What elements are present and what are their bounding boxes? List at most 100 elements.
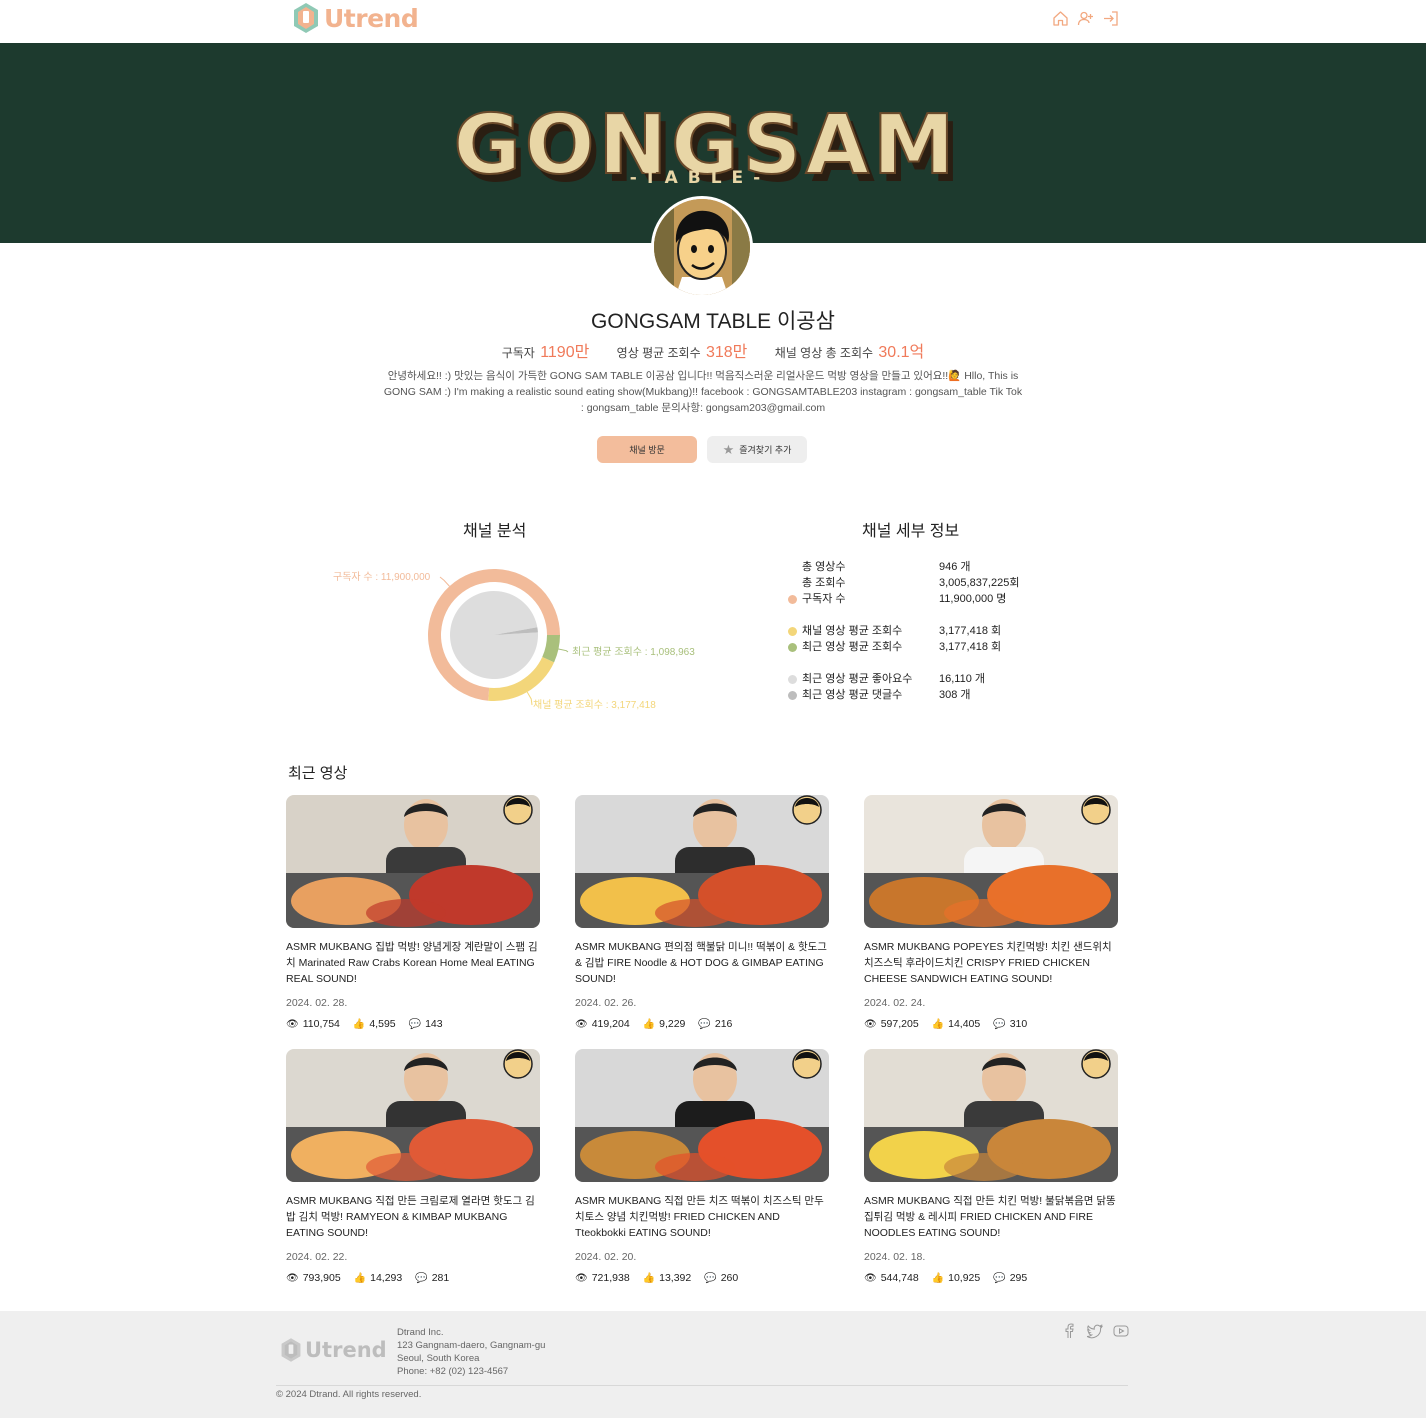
avg-views-value: 318만 (705, 344, 748, 361)
eye-icon: 👁 (286, 1018, 299, 1030)
video-thumbnail[interactable] (575, 795, 829, 928)
detail-label: 총 조회수 (802, 577, 846, 589)
video-card[interactable]: ASMR MUKBANG 편의점 핵불닭 미니!! 떡볶이 & 핫도그 & 김밥… (575, 795, 829, 1030)
detail-value: 308 개 (939, 689, 971, 701)
video-thumbnail[interactable] (286, 795, 540, 928)
comment-icon: 💬 (408, 1018, 422, 1030)
views-count: 419,204 (591, 1018, 630, 1030)
likes-count: 13,392 (659, 1272, 692, 1284)
video-title[interactable]: ASMR MUKBANG 직접 만든 치즈 떡볶이 치즈스틱 만두 치토스 양념… (575, 1193, 829, 1241)
callout-line (439, 576, 450, 587)
detail-value: 11,900,000 명 (939, 593, 1007, 605)
comments-stat: 💬 281 (415, 1272, 449, 1284)
views-stat: 👁 793,905 (286, 1272, 341, 1284)
thumbs-up-icon: 👍 (931, 1018, 945, 1030)
views-count: 110,754 (302, 1018, 340, 1030)
video-card[interactable]: ASMR MUKBANG 직접 만든 치킨 먹방! 불닭볶음면 닭똥집튀김 먹방… (864, 1049, 1118, 1284)
youtube-icon[interactable] (1113, 1323, 1129, 1339)
details-title: 채널 세부 정보 (862, 523, 960, 540)
likes-count: 14,293 (370, 1272, 403, 1284)
eye-icon: 👁 (864, 1018, 877, 1030)
detail-row: 최근 영상 평균 댓글수 308 개 (788, 687, 1088, 703)
add-favorite-button[interactable]: ★ 즐겨찾기 추가 (707, 436, 807, 463)
video-title[interactable]: ASMR MUKBANG 집밥 먹방! 양념게장 계란말이 스팸 김치 Mari… (286, 939, 540, 987)
detail-label: 최근 영상 평균 좋아요수 (802, 673, 913, 685)
video-card[interactable]: ASMR MUKBANG 직접 만든 크림로제 열라면 핫도그 김밥 김치 먹방… (286, 1049, 540, 1284)
comments-count: 260 (720, 1272, 739, 1284)
video-stats: 👁 544,748 👍 10,925 💬 295 (864, 1272, 1118, 1284)
channel-details-list: 총 영상수 946 개총 조회수 3,005,837,225회구독자 수 11,900… (788, 559, 1088, 703)
detail-label: 구독자 수 (802, 593, 846, 605)
detail-label: 최근 영상 평균 조회수 (802, 641, 903, 653)
comments-stat: 💬 143 (409, 1018, 443, 1030)
channel-analysis-chart: 구독자 수 : 11,900,000 채널 평균 조회수 : 3,177,418 최… (300, 548, 710, 728)
views-stat: 👁 419,204 (575, 1018, 630, 1030)
star-icon: ★ (722, 441, 735, 457)
footer-copyright: © 2024 Dtrand. All rights reserved. (276, 1389, 422, 1400)
user-plus-icon[interactable] (1077, 10, 1094, 27)
eye-icon: 👁 (575, 1018, 588, 1030)
subscribers-label: 구독자 (501, 346, 535, 360)
detail-row: 총 영상수 946 개 (788, 559, 1088, 575)
channel-name: GONGSAM TABLE 이공삼 (591, 310, 835, 333)
video-thumbnail[interactable] (864, 795, 1118, 928)
banner-subtitle: -TABLE- (630, 168, 770, 188)
avg-views-stat: 영상 평균 조회수 318만 (616, 344, 748, 361)
video-thumbnail[interactable] (575, 1049, 829, 1182)
channel-avatar (651, 196, 753, 298)
slice-label: 채널 평균 조회수 : 3,177,418 (533, 699, 656, 711)
video-date: 2024. 02. 26. (575, 997, 637, 1009)
logo-text: Utrend (324, 3, 419, 33)
total-views-stat: 채널 영상 총 조회수 30.1억 (775, 344, 925, 361)
footer-social-links (1061, 1323, 1129, 1339)
channel-description: 안녕하세요!! :) 맛있는 음식이 가득한 GONG SAM TABLE 이공… (383, 370, 1023, 414)
detail-row: 채널 영상 평균 조회수 3,177,418 회 (788, 623, 1088, 639)
video-date: 2024. 02. 24. (864, 997, 926, 1009)
home-icon[interactable] (1052, 10, 1069, 27)
facebook-icon[interactable] (1061, 1323, 1077, 1339)
eye-icon: 👁 (864, 1272, 877, 1284)
detail-value: 3,177,418 회 (939, 641, 1002, 653)
footer: Utrend Dtrand Inc. 123 Gangnam-daero, Ga… (0, 1311, 1426, 1418)
comments-stat: 💬 310 (993, 1018, 1027, 1030)
thumbs-up-icon: 👍 (642, 1018, 656, 1030)
views-stat: 👁 597,205 (864, 1018, 919, 1030)
footer-address-line1: 123 Gangnam-daero, Gangnam-gu (397, 1340, 546, 1351)
video-title[interactable]: ASMR MUKBANG 편의점 핵불닭 미니!! 떡볶이 & 핫도그 & 김밥… (575, 939, 829, 987)
detail-row: 구독자 수 11,900,000 명 (788, 591, 1088, 607)
slice-label: 최근 평균 조회수 : 1,098,963 (572, 646, 695, 658)
video-card[interactable]: ASMR MUKBANG 집밥 먹방! 양념게장 계란말이 스팸 김치 Mari… (286, 795, 540, 1030)
likes-stat: 👍 14,405 (932, 1018, 981, 1030)
likes-count: 14,405 (948, 1018, 981, 1030)
footer-logo[interactable]: Utrend (280, 1337, 387, 1363)
video-card[interactable]: ASMR MUKBANG POPEYES 치킨먹방! 치킨 샌드위치 치즈스틱 … (864, 795, 1118, 1030)
views-stat: 👁 110,754 (286, 1018, 340, 1030)
slice-label: 구독자 수 : 11,900,000 (333, 571, 431, 583)
twitter-icon[interactable] (1086, 1323, 1104, 1339)
video-date: 2024. 02. 18. (864, 1251, 926, 1263)
login-icon[interactable] (1102, 10, 1119, 27)
video-title[interactable]: ASMR MUKBANG 직접 만든 크림로제 열라면 핫도그 김밥 김치 먹방… (286, 1193, 540, 1241)
add-favorite-label: 즐겨찾기 추가 (739, 445, 792, 455)
likes-stat: 👍 13,392 (643, 1272, 692, 1284)
comments-count: 310 (1009, 1018, 1028, 1030)
callout-line (526, 691, 533, 706)
total-views-value: 30.1억 (878, 344, 925, 361)
site-logo[interactable]: Utrend (292, 2, 419, 34)
detail-value: 3,005,837,225회 (939, 577, 1020, 589)
subscribers-stat: 구독자 1190만 (501, 344, 590, 361)
avg-views-label: 영상 평균 조회수 (616, 346, 701, 360)
visit-channel-label: 채널 방문 (629, 445, 665, 455)
video-title[interactable]: ASMR MUKBANG 직접 만든 치킨 먹방! 불닭볶음면 닭똥집튀김 먹방… (864, 1193, 1118, 1241)
video-thumbnail[interactable] (286, 1049, 540, 1182)
video-stats: 👁 419,204 👍 9,229 💬 216 (575, 1018, 829, 1030)
footer-address: Dtrand Inc. 123 Gangnam-daero, Gangnam-g… (397, 1326, 545, 1378)
detail-row: 총 조회수 3,005,837,225회 (788, 575, 1088, 591)
video-title[interactable]: ASMR MUKBANG POPEYES 치킨먹방! 치킨 샌드위치 치즈스틱 … (864, 939, 1118, 987)
likes-count: 9,229 (659, 1018, 686, 1030)
visit-channel-button[interactable]: 채널 방문 (597, 436, 697, 463)
comments-stat: 💬 216 (698, 1018, 732, 1030)
video-card[interactable]: ASMR MUKBANG 직접 만든 치즈 떡볶이 치즈스틱 만두 치토스 양념… (575, 1049, 829, 1284)
comment-icon: 💬 (993, 1272, 1006, 1284)
video-thumbnail[interactable] (864, 1049, 1118, 1182)
